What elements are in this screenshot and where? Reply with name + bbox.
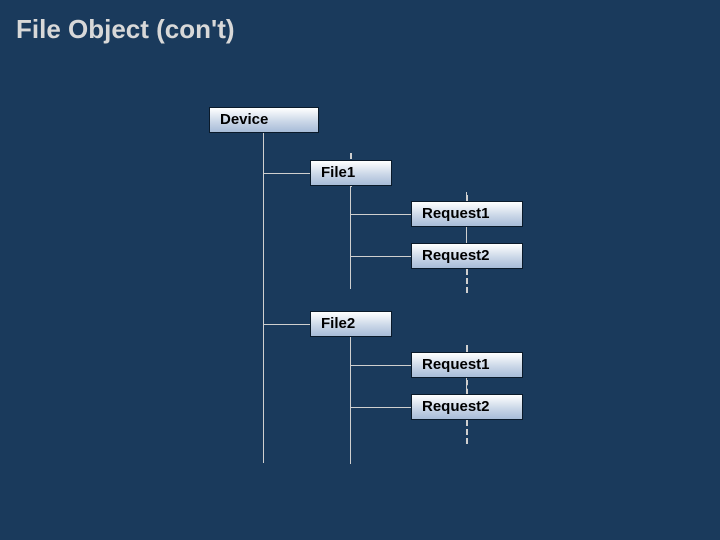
connector-line <box>350 186 351 289</box>
node-file2: File2 <box>310 311 392 337</box>
node-request2: Request2 <box>411 394 523 420</box>
connector-line <box>350 365 411 366</box>
connector-line <box>350 214 411 215</box>
connector-dash <box>466 269 468 293</box>
page-title: File Object (con't) <box>16 14 235 45</box>
connector-line <box>350 337 351 464</box>
node-request1: Request1 <box>411 201 523 227</box>
node-request1: Request1 <box>411 352 523 378</box>
connector-line <box>263 324 310 325</box>
connector-line <box>263 133 264 463</box>
node-request2: Request2 <box>411 243 523 269</box>
connector-line <box>350 256 411 257</box>
node-device: Device <box>209 107 319 133</box>
connector-dash <box>466 420 468 444</box>
connector-line <box>350 407 411 408</box>
connector-line <box>263 173 310 174</box>
node-file1: File1 <box>310 160 392 186</box>
